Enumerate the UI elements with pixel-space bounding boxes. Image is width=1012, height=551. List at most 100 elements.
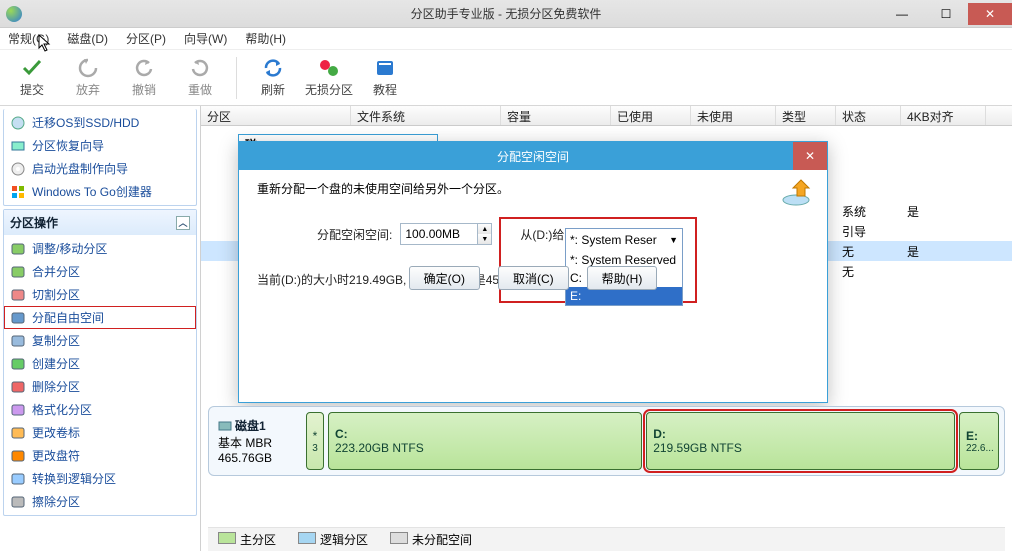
commit-button[interactable]: 提交 bbox=[8, 53, 56, 103]
redo-button[interactable]: 重做 bbox=[176, 53, 224, 103]
disk-info: 磁盘1 基本 MBR 465.76GB bbox=[214, 412, 302, 470]
col-header[interactable]: 分区 bbox=[201, 106, 351, 125]
op-8[interactable]: 更改卷标 bbox=[4, 421, 196, 444]
op-11[interactable]: 擦除分区 bbox=[4, 490, 196, 513]
undo-icon bbox=[133, 57, 155, 79]
col-header[interactable]: 未使用 bbox=[691, 106, 776, 125]
help-button[interactable]: 帮助(H) bbox=[587, 266, 658, 290]
op-3[interactable]: 分配自由空间 bbox=[4, 306, 196, 329]
op-4[interactable]: 复制分区 bbox=[4, 329, 196, 352]
chevron-up-icon: ▲ bbox=[478, 224, 491, 234]
partition-c[interactable]: C:223.20GB NTFS bbox=[328, 412, 642, 470]
wizard-migrate-os[interactable]: 迁移OS到SSD/HDD bbox=[4, 111, 196, 134]
refresh-icon bbox=[262, 57, 284, 79]
partition-icon bbox=[318, 57, 340, 79]
dialog-desc: 重新分配一个盘的未使用空间给另外一个分区。 bbox=[257, 180, 809, 197]
partition-d[interactable]: D:219.59GB NTFS bbox=[646, 412, 955, 470]
op-1[interactable]: 合并分区 bbox=[4, 260, 196, 283]
menu-partition[interactable]: 分区(P) bbox=[126, 30, 166, 47]
lossless-button[interactable]: 无损分区 bbox=[305, 53, 353, 103]
drive-arrow-icon bbox=[779, 174, 813, 208]
menu-help[interactable]: 帮助(H) bbox=[245, 30, 286, 47]
op-icon bbox=[10, 310, 26, 326]
grid-header: 分区文件系统容量已使用未使用类型状态4KB对齐 bbox=[201, 106, 1012, 126]
op-icon bbox=[10, 425, 26, 441]
dialog-title: 分配空闲空间 bbox=[497, 148, 569, 165]
ops-header[interactable]: 分区操作︿ bbox=[4, 210, 196, 235]
undo-button[interactable]: 撤销 bbox=[120, 53, 168, 103]
wizard-recover[interactable]: 分区恢复向导 bbox=[4, 134, 196, 157]
op-7[interactable]: 格式化分区 bbox=[4, 398, 196, 421]
minimize-button[interactable]: — bbox=[880, 3, 924, 25]
legend-primary: 主分区 bbox=[218, 531, 276, 548]
legend: 主分区 逻辑分区 未分配空间 bbox=[208, 527, 1005, 551]
disk-map: 磁盘1 基本 MBR 465.76GB *3 C:223.20GB NTFS D… bbox=[208, 406, 1005, 476]
op-icon bbox=[10, 241, 26, 257]
ok-button[interactable]: 确定(O) bbox=[409, 266, 480, 290]
op-9[interactable]: 更改盘符 bbox=[4, 444, 196, 467]
menu-disk[interactable]: 磁盘(D) bbox=[67, 30, 108, 47]
app-icon bbox=[6, 6, 22, 22]
alloc-spinner[interactable]: ▲▼ bbox=[478, 223, 492, 245]
op-6[interactable]: 删除分区 bbox=[4, 375, 196, 398]
window-title: 分区助手专业版 - 无损分区免费软件 bbox=[411, 5, 602, 22]
disk-icon bbox=[10, 115, 26, 131]
disc-icon bbox=[10, 161, 26, 177]
menu-general[interactable]: 常规(G) bbox=[8, 30, 49, 47]
close-button[interactable]: ✕ bbox=[968, 3, 1012, 25]
dialog-close-button[interactable]: ✕ bbox=[793, 142, 827, 170]
sidebar: 迁移OS到SSD/HDD 分区恢复向导 启动光盘制作向导 Windows To … bbox=[0, 106, 201, 551]
windows-icon bbox=[10, 184, 26, 200]
chevron-down-icon: ▼ bbox=[478, 234, 491, 244]
menu-wizard[interactable]: 向导(W) bbox=[184, 30, 227, 47]
col-header[interactable]: 类型 bbox=[776, 106, 836, 125]
op-icon bbox=[10, 402, 26, 418]
recover-icon bbox=[10, 138, 26, 154]
op-icon bbox=[10, 264, 26, 280]
dialog-titlebar[interactable]: 分配空闲空间 ✕ bbox=[239, 142, 827, 170]
partition-reserved[interactable]: *3 bbox=[306, 412, 324, 470]
ops-panel: 分区操作︿ 调整/移动分区合并分区切割分区分配自由空间复制分区创建分区删除分区格… bbox=[3, 209, 197, 516]
wizard-wtg[interactable]: Windows To Go创建器 bbox=[4, 180, 196, 203]
partition-e[interactable]: E:22.6... bbox=[959, 412, 999, 470]
discard-icon bbox=[77, 57, 99, 79]
menu-bar: 常规(G) 磁盘(D) 分区(P) 向导(W) 帮助(H) bbox=[0, 28, 1012, 50]
refresh-button[interactable]: 刷新 bbox=[249, 53, 297, 103]
alloc-value-input[interactable]: 100.00MB bbox=[400, 223, 478, 245]
alloc-label: 分配空闲空间: bbox=[317, 226, 392, 243]
col-header[interactable]: 文件系统 bbox=[351, 106, 501, 125]
toolbar: 提交 放弃 撤销 重做 刷新 无损分区 教程 bbox=[0, 50, 1012, 106]
allocate-dialog: 分配空闲空间 ✕ 重新分配一个盘的未使用空间给另外一个分区。 分配空闲空间: 1… bbox=[238, 141, 828, 403]
col-header[interactable]: 状态 bbox=[836, 106, 901, 125]
op-5[interactable]: 创建分区 bbox=[4, 352, 196, 375]
chevron-up-icon: ︿ bbox=[176, 216, 190, 230]
op-0[interactable]: 调整/移动分区 bbox=[4, 237, 196, 260]
discard-button[interactable]: 放弃 bbox=[64, 53, 112, 103]
wizard-bootdisc[interactable]: 启动光盘制作向导 bbox=[4, 157, 196, 180]
op-icon bbox=[10, 356, 26, 372]
op-10[interactable]: 转换到逻辑分区 bbox=[4, 467, 196, 490]
disk-icon bbox=[218, 419, 232, 433]
op-icon bbox=[10, 448, 26, 464]
tutorial-button[interactable]: 教程 bbox=[361, 53, 409, 103]
op-icon bbox=[10, 494, 26, 510]
op-icon bbox=[10, 287, 26, 303]
window-titlebar: 分区助手专业版 - 无损分区免费软件 — ☐ ✕ bbox=[0, 0, 1012, 28]
wizard-panel: 迁移OS到SSD/HDD 分区恢复向导 启动光盘制作向导 Windows To … bbox=[3, 109, 197, 206]
col-header[interactable]: 已使用 bbox=[611, 106, 691, 125]
legend-unalloc: 未分配空间 bbox=[390, 531, 472, 548]
redo-icon bbox=[189, 57, 211, 79]
book-icon bbox=[374, 57, 396, 79]
content-area: 分区文件系统容量已使用未使用类型状态4KB对齐 主系统是主引导主无是逻辑无 磁 … bbox=[201, 106, 1012, 551]
op-icon bbox=[10, 379, 26, 395]
op-icon bbox=[10, 471, 26, 487]
col-header[interactable]: 4KB对齐 bbox=[901, 106, 986, 125]
maximize-button[interactable]: ☐ bbox=[924, 3, 968, 25]
cancel-button[interactable]: 取消(C) bbox=[498, 266, 569, 290]
col-header[interactable]: 容量 bbox=[501, 106, 611, 125]
op-2[interactable]: 切割分区 bbox=[4, 283, 196, 306]
legend-logical: 逻辑分区 bbox=[298, 531, 368, 548]
chevron-down-icon: ▼ bbox=[669, 235, 678, 245]
op-icon bbox=[10, 333, 26, 349]
check-icon bbox=[21, 57, 43, 79]
